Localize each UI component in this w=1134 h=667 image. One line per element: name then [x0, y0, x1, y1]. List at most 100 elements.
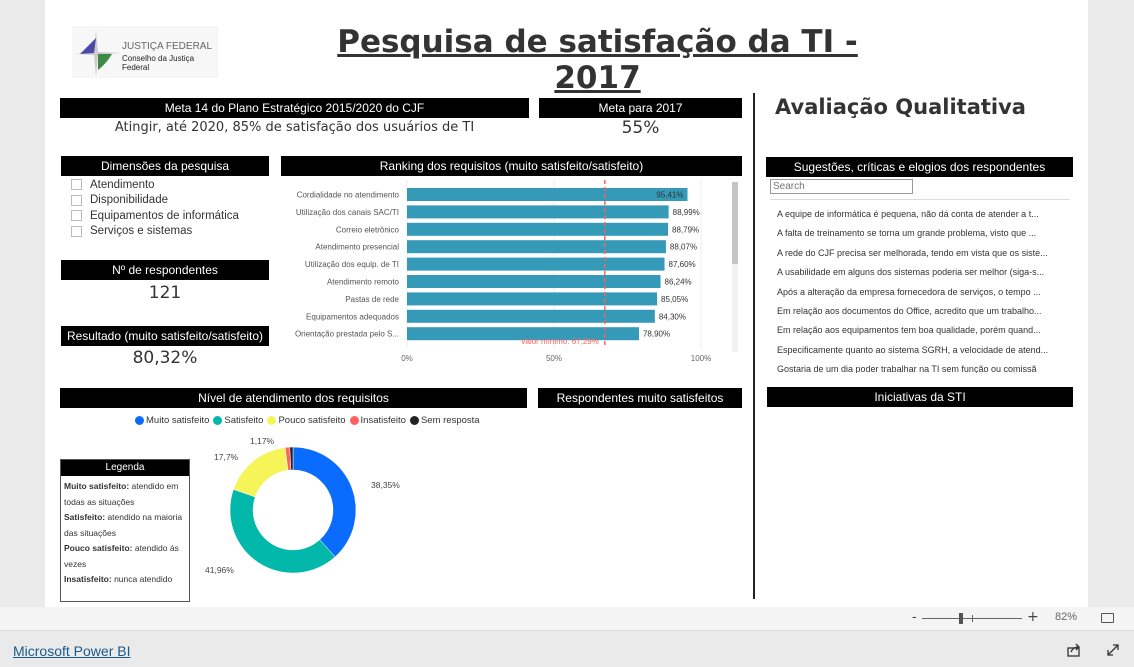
data-label: 88,07% [670, 243, 697, 252]
legend-muito-satisfeito[interactable]: Muito satisfeito [135, 415, 209, 426]
slicer-label: Equipamentos de informática [90, 209, 239, 222]
logo-line2: Conselho da Justiça Federal [122, 54, 195, 72]
comment-item[interactable]: A equipe de informática é pequena, não d… [777, 205, 1072, 224]
comment-item[interactable]: Em relação aos equipamentos tem boa qual… [777, 321, 1072, 340]
data-label: 95,41% [656, 191, 683, 200]
respondentes-header: Nº de respondentes [61, 260, 269, 280]
dimensoes-header: Dimensões da pesquisa [61, 156, 269, 176]
nivel-donut-chart: 38,35% 41,96% 17,7% 1,17% [205, 436, 400, 575]
legenda-item: Insatisfeito: nunca atendido [64, 574, 173, 584]
bar [407, 257, 665, 271]
slicer-item-servicos[interactable]: Serviços e sistemas [71, 224, 239, 240]
legend-dot-icon [267, 416, 277, 425]
x-tick-label: 100% [691, 354, 711, 363]
category-label: Atendimento presencial [315, 243, 399, 252]
donut-slice [229, 489, 336, 574]
fullscreen-icon[interactable] [1106, 643, 1120, 657]
comment-item[interactable]: Após a alteração da empresa fornecedora … [777, 283, 1072, 302]
category-label: Equipamentos adequados [306, 312, 399, 321]
comment-item[interactable]: A usabilidade em alguns dos sistemas pod… [777, 263, 1072, 282]
comments-list[interactable]: A equipe de informática é pequena, não d… [777, 205, 1072, 373]
zoom-bar [0, 607, 1134, 631]
comment-item[interactable]: A falta de treinamento se torna um grand… [777, 224, 1072, 243]
fit-to-page-icon[interactable] [1101, 613, 1114, 623]
category-label: Utilização dos canais SAC/TI [296, 208, 399, 217]
comment-item[interactable]: A rede do CJF precisa ser melhorada, ten… [777, 244, 1072, 263]
donut-slice [292, 446, 357, 558]
bar [407, 222, 669, 236]
qualitativa-title: Avaliação Qualitativa [775, 95, 1026, 119]
comment-item[interactable]: Especificamente quanto ao sistema SGRH, … [777, 341, 1072, 360]
legend-label: Sem resposta [420, 415, 480, 426]
data-label: 87,60% [669, 260, 696, 269]
legend-label: Satisfeito [224, 415, 264, 426]
legend-pouco-satisfeito[interactable]: Pouco satisfeito [267, 415, 346, 426]
meta14-header: Meta 14 do Plano Estratégico 2015/2020 d… [60, 98, 529, 118]
data-label: 86,24% [665, 278, 692, 287]
meta2017-header: Meta para 2017 [539, 98, 742, 118]
checkbox[interactable] [71, 225, 82, 237]
data-label: 85,05% [661, 295, 688, 304]
iniciativas-header: Iniciativas da STI [767, 387, 1073, 407]
comments-header: Sugestões, críticas e elogios dos respon… [766, 157, 1073, 177]
bar [407, 275, 661, 288]
legenda-header: Legenda [61, 460, 189, 476]
legend-label: Muito satisfeito [146, 415, 210, 426]
data-label: 38,35% [371, 480, 400, 490]
zoom-slider[interactable] [922, 613, 1022, 624]
logo-mark-icon [76, 30, 120, 76]
reference-line-label: Valor mínimo: 67,29% [521, 337, 599, 346]
slicer-item-atendimento[interactable]: Atendimento [71, 177, 239, 193]
category-label: Pastas de rede [345, 295, 399, 304]
share-icon[interactable] [1067, 643, 1081, 657]
donut-slice [233, 447, 289, 498]
legend-dot-icon [409, 416, 419, 425]
nivel-header: Nível de atendimento dos requisitos [60, 388, 527, 408]
comment-item[interactable]: Em relação aos documentos do Office, acr… [777, 302, 1072, 321]
checkbox[interactable] [71, 179, 82, 191]
slicer-label: Atendimento [90, 178, 155, 191]
zoom-out-button[interactable]: - [912, 610, 917, 625]
ranking-header: Ranking dos requisitos (muito satisfeito… [281, 156, 742, 176]
search-divider [770, 199, 1070, 200]
legend-dot-icon [213, 416, 223, 425]
checkbox[interactable] [71, 210, 82, 222]
slicer-label: Disponibilidade [90, 194, 168, 207]
zoom-slider-thumb[interactable] [959, 613, 963, 624]
dimensoes-slicer: Atendimento Disponibilidade Equipamentos… [71, 177, 239, 239]
data-label: 1,17% [250, 436, 275, 446]
legend-dot-icon [135, 416, 144, 425]
slicer-item-disponibilidade[interactable]: Disponibilidade [71, 193, 239, 209]
data-label: 88,79% [672, 225, 699, 234]
muito-satisfeitos-header: Respondentes muito satisfeitos [538, 388, 742, 408]
search-input[interactable] [770, 179, 913, 194]
legend-insatisfeito[interactable]: Insatisfeito [349, 415, 406, 426]
data-label: 88,99% [673, 208, 700, 217]
meta14-text: Atingir, até 2020, 85% de satisfação dos… [114, 120, 475, 135]
legend-label: Insatisfeito [360, 415, 406, 426]
category-label: Cordialidade no atendimento [297, 191, 400, 200]
zoom-in-button[interactable]: + [1027, 609, 1039, 625]
checkbox[interactable] [71, 194, 82, 206]
category-label: Atendimento remoto [327, 278, 400, 287]
logo-line1: JUSTIÇA FEDERAL [122, 41, 213, 52]
slicer-item-equipamentos[interactable]: Equipamentos de informática [71, 208, 239, 224]
category-label: Orientação prestada pelo S... [295, 330, 399, 339]
scrollbar-thumb[interactable] [732, 182, 738, 264]
zoom-level: 82% [1055, 611, 1078, 623]
bar [407, 188, 688, 201]
slicer-label: Serviços e sistemas [90, 225, 193, 238]
legend-satisfeito[interactable]: Satisfeito [213, 415, 263, 426]
category-label: Utilização dos equip. de TI [305, 260, 399, 269]
legend-sem-resposta[interactable]: Sem resposta [409, 415, 480, 426]
legend-label: Pouco satisfeito [278, 415, 346, 426]
powerbi-link[interactable]: Microsoft Power BI [13, 643, 130, 659]
x-tick-label: 50% [546, 354, 562, 363]
x-tick-label: 0% [401, 354, 413, 363]
comment-item[interactable]: Gostaria de um dia poder trabalhar na TI… [777, 360, 1072, 373]
page-title: Pesquisa de satisfação da TI - 2017 [337, 24, 858, 96]
legenda-item: Pouco satisfeito: atendido ás vezes [64, 543, 179, 569]
legenda-item: Muito satisfeito: atendido em todas as s… [64, 481, 179, 507]
resultado-header: Resultado (muito satisfeito/satisfeito) [61, 326, 269, 346]
legend-dot-icon [349, 416, 359, 425]
